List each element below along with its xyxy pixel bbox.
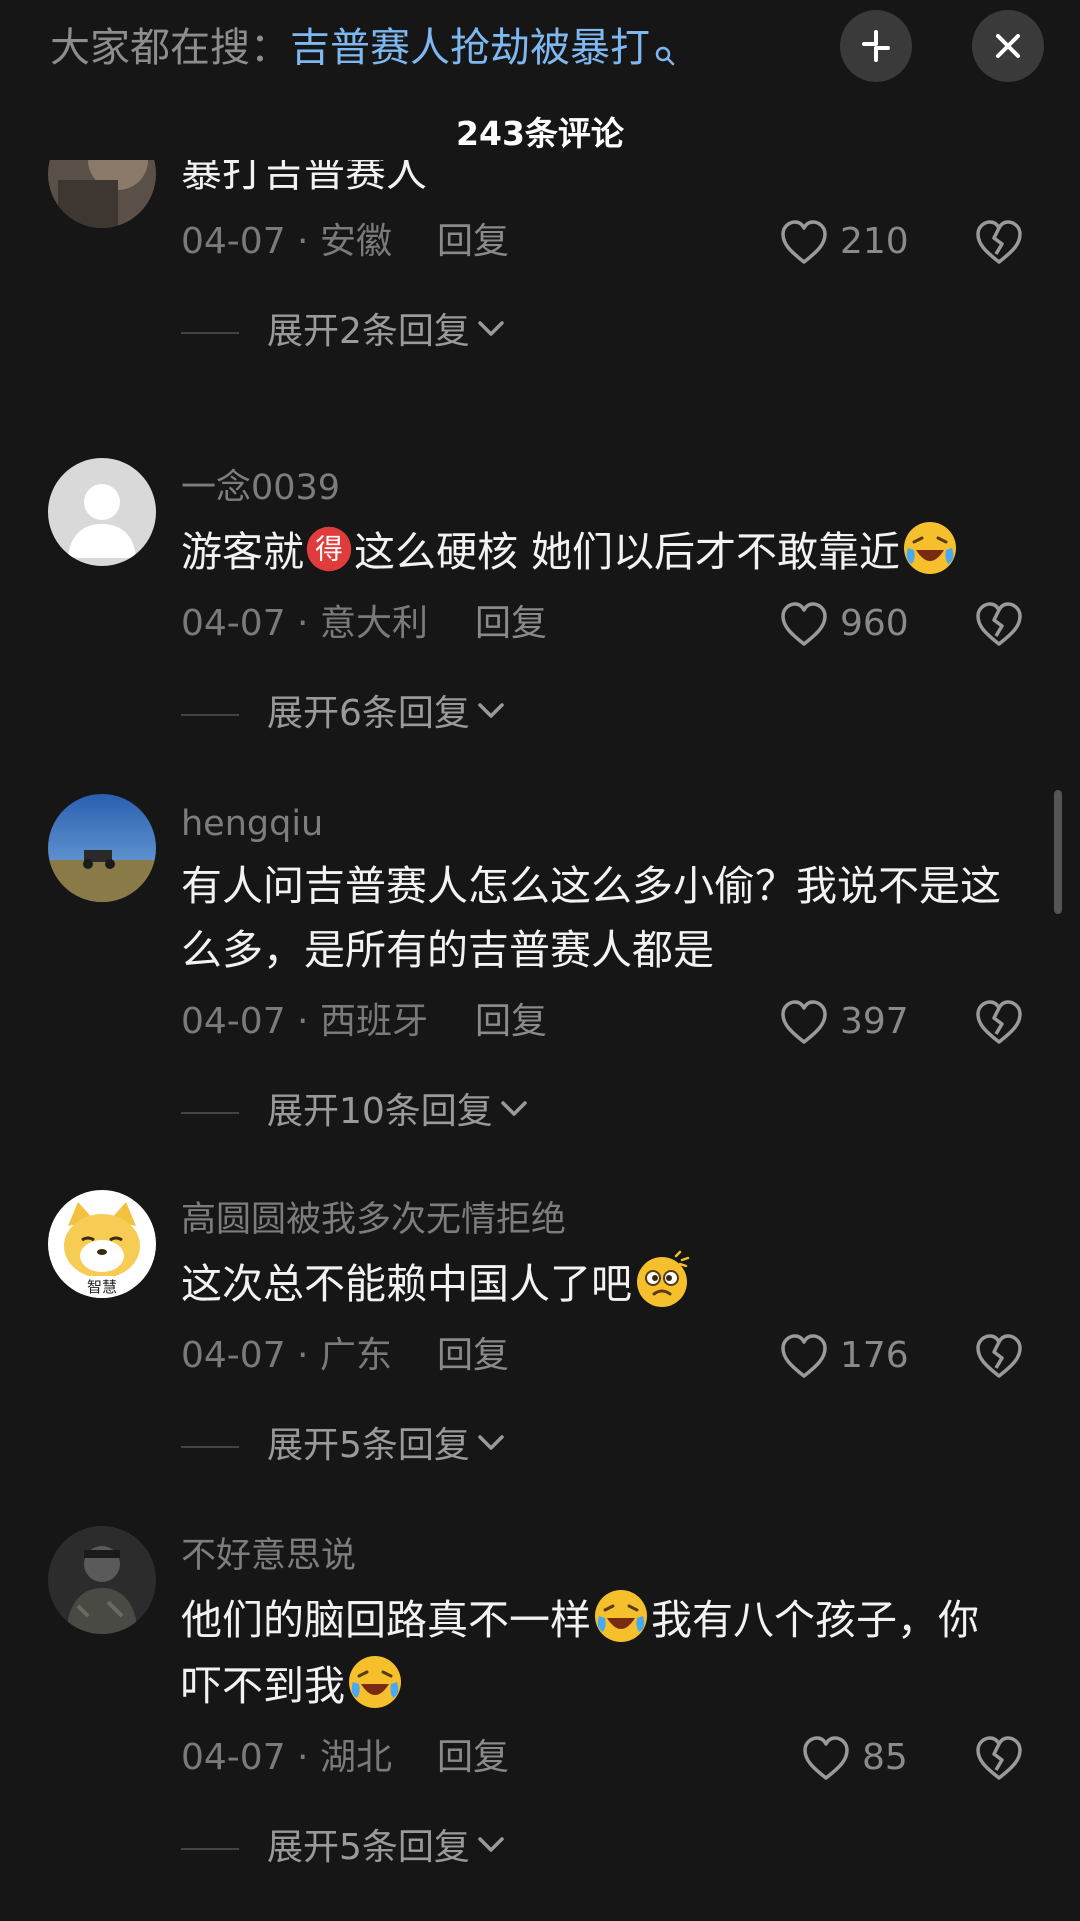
broken-heart-icon[interactable] <box>975 1000 1023 1046</box>
comment-date-location: 04-07 · 西班牙 <box>181 1001 428 1042</box>
divider <box>181 1848 239 1850</box>
comment-date-location: 04-07 · 意大利 <box>181 603 428 644</box>
close-button[interactable] <box>972 10 1044 82</box>
collapse-icon <box>862 30 890 62</box>
reply-button[interactable]: 回复 <box>437 1334 509 1378</box>
comment-text-part: 这次总不能赖中国人了吧 <box>181 1260 632 1308</box>
search-suggestion-term[interactable]: 吉普赛人抢劫被暴打 <box>290 25 650 71</box>
avatar[interactable] <box>48 160 156 228</box>
heart-outline-icon <box>803 1736 849 1780</box>
expand-replies-label: 展开5条回复 <box>267 1425 470 1466</box>
comment-username[interactable]: 一念0039 <box>181 466 340 510</box>
avatar[interactable] <box>48 458 156 566</box>
like-count: 176 <box>840 1335 909 1376</box>
comment-username[interactable]: hengqiu <box>181 802 323 846</box>
comment-username[interactable]: 不好意思说 <box>181 1534 356 1578</box>
laughing-crying-emoji-icon <box>904 522 957 574</box>
comment-text-part: 游客就 <box>181 528 304 576</box>
comment-item: 一念0039 游客就得这么硬核 她们以后才不敢靠近 04-07 · 意大利 回复… <box>0 458 1080 788</box>
laughing-crying-emoji-icon <box>595 1590 647 1642</box>
reply-button[interactable]: 回复 <box>437 1736 509 1780</box>
broken-heart-icon[interactable] <box>975 220 1023 266</box>
like-count: 85 <box>862 1737 908 1778</box>
expand-replies-label: 展开10条回复 <box>267 1091 493 1132</box>
comment-text: 他们的脑回路真不一样 我有八个孩子，你吓不到我 <box>181 1586 1011 1718</box>
broken-heart-icon[interactable] <box>975 1334 1023 1380</box>
heart-outline-icon <box>781 602 827 646</box>
like-count: 960 <box>840 603 909 644</box>
scrollbar[interactable] <box>1054 790 1062 914</box>
avatar[interactable] <box>48 794 156 902</box>
comment-text: 暴打吉普赛人 <box>181 160 427 196</box>
broken-heart-icon[interactable] <box>975 602 1023 648</box>
chevron-down-icon <box>478 1837 504 1852</box>
close-icon <box>996 34 1020 58</box>
expand-replies-label: 展开5条回复 <box>267 1827 470 1868</box>
search-icon <box>654 28 676 66</box>
comment-item: 智慧 高圆圆被我多次无情拒绝 这次总不能赖中国人了吧 04-07 · 广东 回复… <box>0 1190 1080 1520</box>
avatar-badge-text: 智慧 <box>87 1278 117 1296</box>
comment-text: 这次总不能赖中国人了吧 <box>181 1250 1041 1316</box>
divider <box>181 714 239 716</box>
comment-text: 有人问吉普赛人怎么这么多小偷？我说不是这么多，是所有的吉普赛人都是 <box>181 862 1001 974</box>
expand-replies-label: 展开2条回复 <box>267 311 470 352</box>
broken-heart-icon[interactable] <box>975 1736 1023 1782</box>
chevron-down-icon <box>478 703 504 718</box>
comment-item: hengqiu 有人问吉普赛人怎么这么多小偷？我说不是这么多，是所有的吉普赛人都… <box>0 794 1080 1154</box>
top-bar: 大家都在搜：吉普赛人抢劫被暴打 <box>0 0 1080 100</box>
search-suggestion-prefix: 大家都在搜： <box>50 25 290 71</box>
comment-text-part: 他们的脑回路真不一样 <box>181 1596 591 1644</box>
divider <box>181 1112 239 1114</box>
heart-outline-icon <box>781 220 827 264</box>
comment-item: 暴打吉普赛人 04-07 · 安徽 回复 210 展开2条回复 <box>0 160 1080 420</box>
reply-button[interactable]: 回复 <box>475 602 547 646</box>
badge-text: 得 <box>315 532 343 565</box>
collapse-button[interactable] <box>840 10 912 82</box>
comment-count-title: 243条评论 <box>456 114 624 153</box>
chevron-down-icon <box>478 321 504 336</box>
divider <box>181 332 239 334</box>
heart-outline-icon <box>781 1000 827 1044</box>
heart-outline-icon <box>781 1334 827 1378</box>
comment-username[interactable]: 高圆圆被我多次无情拒绝 <box>181 1198 566 1242</box>
comment-text-part: 这么硬核 她们以后才不敢靠近 <box>354 528 901 576</box>
comment-list[interactable]: 暴打吉普赛人 04-07 · 安徽 回复 210 展开2条回复 一念0039 游… <box>0 160 1080 1921</box>
avatar[interactable]: 智慧 <box>48 1190 156 1298</box>
comment-date-location: 04-07 · 湖北 <box>181 1737 392 1778</box>
comment-date-location: 04-07 · 广东 <box>181 1335 392 1376</box>
reply-button[interactable]: 回复 <box>475 1000 547 1044</box>
expand-replies-label: 展开6条回复 <box>267 693 470 734</box>
reply-button[interactable]: 回复 <box>437 220 509 264</box>
avatar[interactable] <box>48 1526 156 1634</box>
comment-item: 不好意思说 他们的脑回路真不一样 我有八个孩子，你吓不到我 04-07 · 湖北… <box>0 1526 1080 1921</box>
like-count: 210 <box>840 221 909 262</box>
red-badge-icon: 得 <box>306 526 352 572</box>
chevron-down-icon <box>501 1101 527 1116</box>
comment-date-location: 04-07 · 安徽 <box>181 221 392 262</box>
like-count: 397 <box>840 1001 909 1042</box>
chevron-down-icon <box>478 1435 504 1450</box>
divider <box>181 1446 239 1448</box>
comment-text: 游客就得这么硬核 她们以后才不敢靠近 <box>181 518 1041 584</box>
laughing-crying-emoji-icon <box>349 1656 401 1708</box>
dizzy-face-emoji-icon <box>637 1250 690 1307</box>
search-suggestion[interactable]: 大家都在搜：吉普赛人抢劫被暴打 <box>50 22 676 74</box>
